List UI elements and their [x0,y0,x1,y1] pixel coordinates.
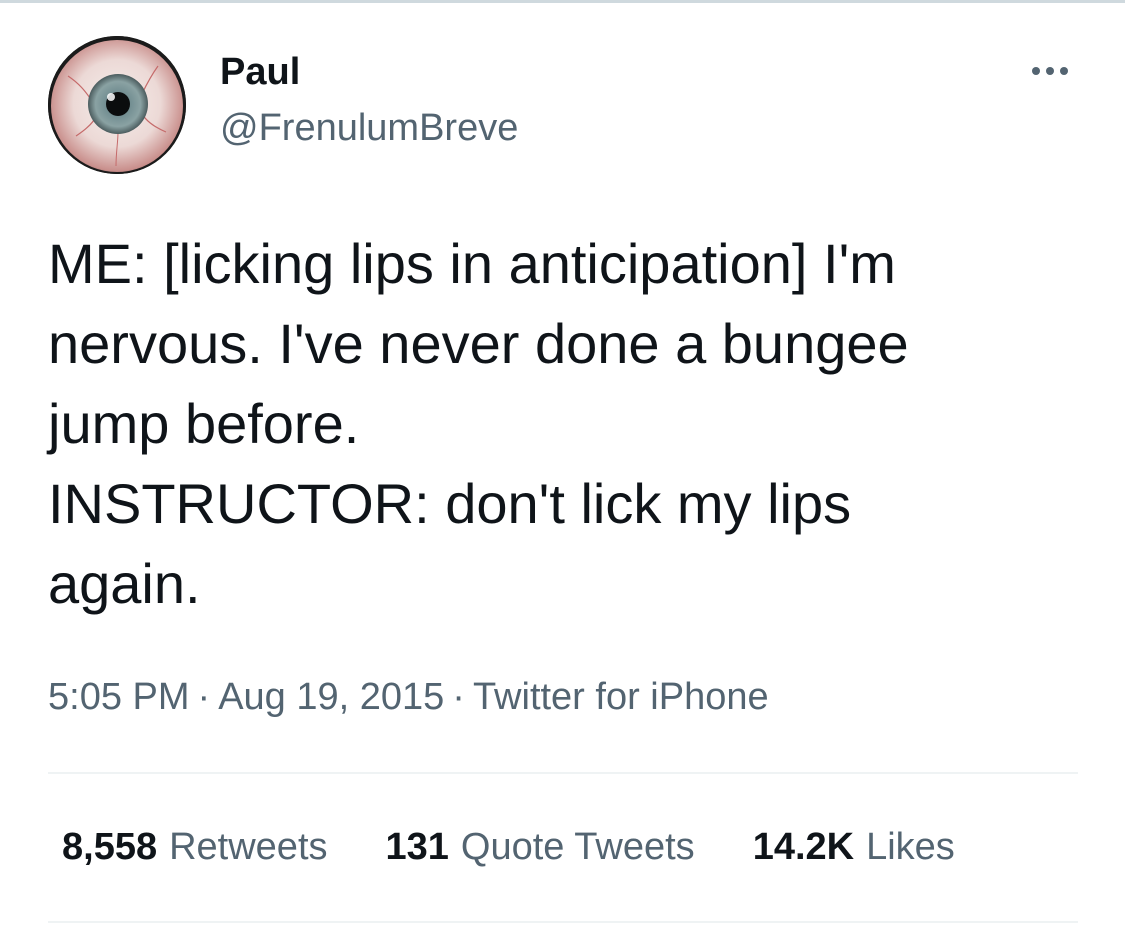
meta-separator: · [197,676,211,718]
tweet-text-line: nervous. I've never done a bungee [48,312,909,375]
likes-count: 14.2K [752,826,855,868]
tweet-meta: 5:05 PM · Aug 19, 2015 · Twitter for iPhone [48,674,769,720]
likes-label: Likes [866,826,955,868]
eyeball-avatar-icon [48,36,186,174]
more-horizontal-icon-dot [1060,67,1068,75]
likes-stat[interactable]: 14.2K Likes [753,824,955,870]
engagement-stats: 8,558 Retweets 131 Quote Tweets 14.2K Li… [62,824,955,870]
tweet-card: Paul @FrenulumBreve ME: [licking lips in… [0,0,1125,931]
more-horizontal-icon [1032,67,1040,75]
tweet-text: ME: [licking lips in anticipation] I'm n… [48,224,1088,624]
tweet-time[interactable]: 5:05 PM [48,676,190,718]
more-options-button[interactable] [1022,58,1078,84]
retweets-count: 8,558 [62,826,158,868]
more-horizontal-icon-dot [1046,67,1054,75]
avatar[interactable] [48,36,186,174]
user-handle[interactable]: @FrenulumBreve [220,106,518,150]
divider [48,921,1078,923]
tweet-text-line: ME: [licking lips in anticipation] I'm [48,232,896,295]
tweet-text-line: jump before. [48,392,360,455]
meta-separator: · [452,676,465,718]
tweet-text-line: again. [48,552,201,615]
quote-tweets-count: 131 [385,826,449,868]
tweet-source[interactable]: Twitter for iPhone [473,676,769,718]
divider [48,772,1078,774]
retweets-stat[interactable]: 8,558 Retweets [62,824,328,870]
display-name[interactable]: Paul [220,50,300,94]
quote-tweets-stat[interactable]: 131 Quote Tweets [386,824,695,870]
quote-tweets-label: Quote Tweets [460,826,695,868]
tweet-text-line: INSTRUCTOR: don't lick my lips [48,472,852,535]
tweet-date[interactable]: Aug 19, 2015 [218,676,444,718]
retweets-label: Retweets [169,826,328,868]
